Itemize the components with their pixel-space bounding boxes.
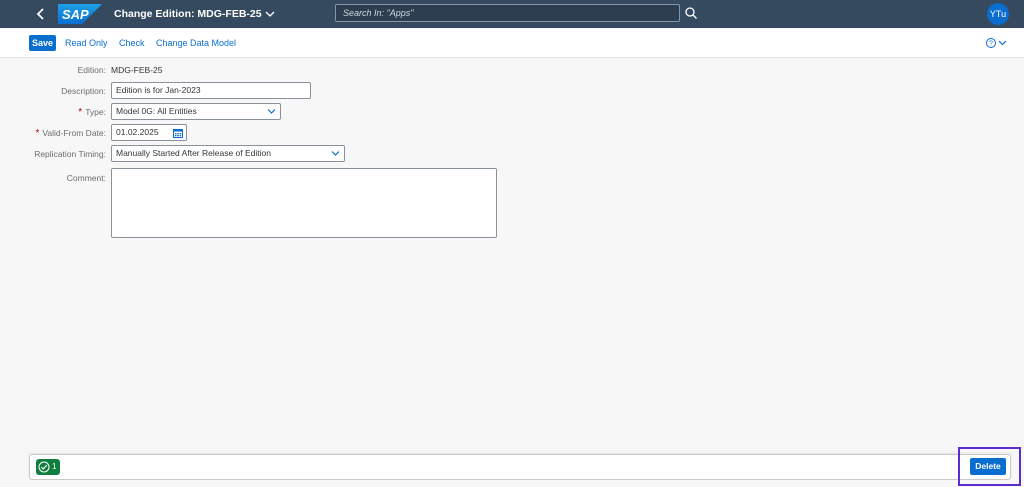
description-label: Description: bbox=[61, 86, 106, 96]
required-marker: * bbox=[78, 107, 83, 118]
chevron-down-icon[interactable] bbox=[267, 108, 276, 115]
edition-label: Edition: bbox=[77, 65, 106, 75]
search-input[interactable]: Search In: "Apps" bbox=[335, 4, 680, 22]
description-input[interactable]: Edition is for Jan-2023 bbox=[111, 82, 311, 99]
change-data-model-button[interactable]: Change Data Model bbox=[156, 38, 236, 49]
type-select[interactable]: Model 0G: All Entities bbox=[111, 103, 281, 120]
chevron-down-icon[interactable] bbox=[331, 150, 340, 157]
message-count: 1 bbox=[52, 462, 57, 471]
message-popover-button[interactable]: 1 bbox=[36, 459, 60, 475]
shell-bar: SAP Change Edition: MDG-FEB-25 Search In… bbox=[0, 0, 1024, 28]
help-icon[interactable]: ? bbox=[985, 37, 1009, 49]
sap-logo[interactable]: SAP bbox=[58, 4, 102, 24]
back-chevron-icon[interactable] bbox=[34, 6, 48, 22]
type-label: * Type: bbox=[78, 107, 106, 118]
svg-text:SAP: SAP bbox=[62, 7, 89, 22]
replication-timing-value: Manually Started After Release of Editio… bbox=[116, 148, 271, 158]
page-toolbar: Save Read Only Check Change Data Model ? bbox=[0, 28, 1024, 58]
footer-toolbar: 1 bbox=[29, 454, 1011, 480]
search-icon[interactable] bbox=[684, 6, 698, 20]
required-marker: * bbox=[35, 128, 40, 139]
valid-from-date-input[interactable]: 01.02.2025 bbox=[111, 124, 187, 141]
svg-text:?: ? bbox=[989, 41, 993, 48]
replication-timing-label: Replication Timing: bbox=[34, 149, 106, 159]
check-button[interactable]: Check bbox=[119, 38, 145, 49]
user-avatar[interactable]: YTu bbox=[987, 3, 1009, 25]
calendar-icon[interactable] bbox=[173, 128, 183, 138]
comment-label: Comment: bbox=[66, 173, 106, 183]
replication-timing-select[interactable]: Manually Started After Release of Editio… bbox=[111, 145, 345, 162]
valid-from-date-value: 01.02.2025 bbox=[116, 127, 159, 137]
chevron-down-icon[interactable] bbox=[264, 8, 276, 20]
type-select-value: Model 0G: All Entities bbox=[116, 106, 197, 116]
delete-button[interactable]: Delete bbox=[970, 458, 1006, 475]
valid-from-label: * Valid-From Date: bbox=[35, 128, 106, 139]
comment-textarea[interactable] bbox=[111, 168, 497, 238]
read-only-button[interactable]: Read Only bbox=[65, 38, 108, 49]
save-button[interactable]: Save bbox=[29, 35, 56, 51]
success-check-icon bbox=[38, 461, 50, 473]
app-title[interactable]: Change Edition: MDG-FEB-25 bbox=[114, 7, 262, 21]
edition-value: MDG-FEB-25 bbox=[111, 65, 163, 75]
